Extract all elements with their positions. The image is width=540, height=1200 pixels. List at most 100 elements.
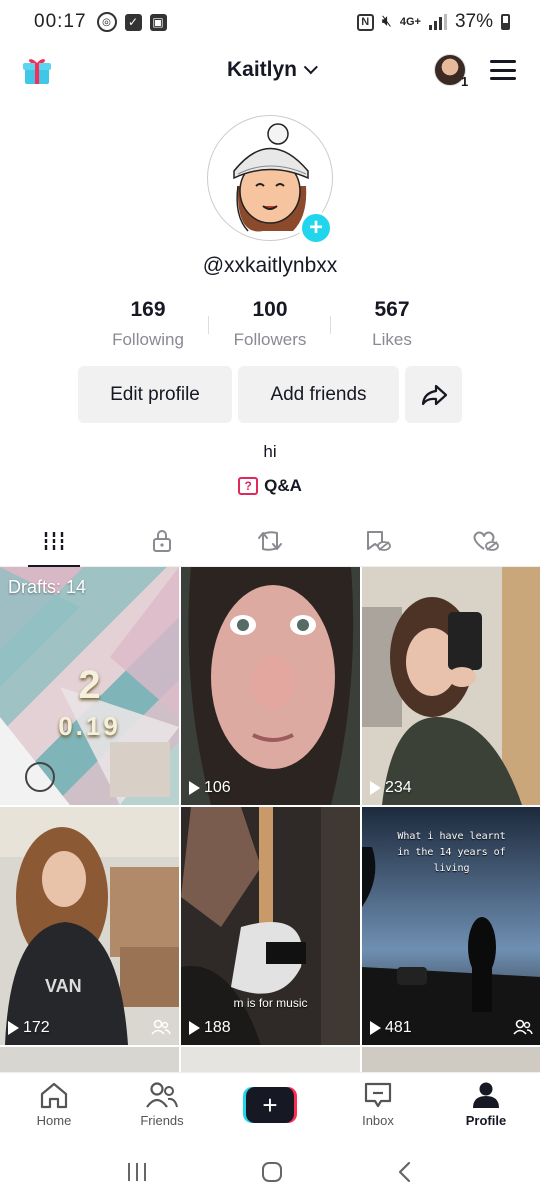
nav-inbox[interactable]: Inbox bbox=[324, 1073, 432, 1144]
play-icon bbox=[189, 781, 200, 795]
tab-private[interactable] bbox=[108, 515, 216, 566]
checkbox-notification-icon: ✓ bbox=[124, 13, 142, 31]
home-button-icon[interactable] bbox=[260, 1160, 284, 1184]
play-icon bbox=[8, 1021, 19, 1035]
battery-icon bbox=[501, 14, 510, 30]
plus-icon: + bbox=[246, 1087, 294, 1123]
video-tile[interactable]: What i have learnt in the 14 years of li… bbox=[362, 807, 540, 1045]
video-tile[interactable]: VAN 172 bbox=[0, 807, 179, 1045]
video-thumbnail bbox=[181, 567, 360, 805]
nav-label: Home bbox=[36, 1113, 72, 1128]
profile-avatar-wrap[interactable]: + bbox=[207, 115, 333, 245]
lock-icon bbox=[153, 529, 171, 552]
stat-value: 169 bbox=[130, 298, 166, 321]
chevron-down-icon bbox=[303, 60, 318, 75]
home-icon bbox=[40, 1082, 68, 1109]
stat-value: 567 bbox=[374, 298, 410, 321]
add-photo-button[interactable]: + bbox=[299, 211, 333, 245]
stat-label: Followers bbox=[233, 330, 307, 349]
nav-label: Friends bbox=[140, 1113, 184, 1128]
view-count-value: 172 bbox=[23, 1019, 50, 1036]
video-tile[interactable] bbox=[181, 1047, 360, 1073]
qa-label: Q&A bbox=[264, 476, 302, 495]
friends-icon bbox=[146, 1082, 178, 1108]
back-icon[interactable] bbox=[395, 1160, 415, 1184]
view-count: 172 bbox=[8, 1019, 50, 1037]
drafts-overlay-value: 0.19 bbox=[58, 711, 121, 741]
account-notification-count: 1 bbox=[461, 74, 469, 89]
friends-only-icon bbox=[151, 1019, 171, 1035]
video-thumbnail: VAN bbox=[0, 807, 179, 1045]
add-friends-button[interactable]: Add friends bbox=[238, 366, 399, 423]
drafts-tile[interactable]: Drafts: 14 2 0.19 bbox=[0, 567, 179, 805]
video-thumbnail bbox=[362, 567, 540, 805]
mute-icon: 🔇︎ bbox=[381, 13, 392, 30]
repost-icon bbox=[258, 530, 282, 551]
view-count-value: 106 bbox=[204, 779, 231, 796]
edit-profile-button[interactable]: Edit profile bbox=[78, 366, 232, 423]
nav-profile[interactable]: Profile bbox=[432, 1073, 540, 1144]
nav-label: Profile bbox=[465, 1113, 507, 1128]
drafts-count: Drafts: 14 bbox=[8, 577, 87, 597]
profile-actions: Edit profile Add friends bbox=[0, 366, 540, 423]
tab-reposts[interactable] bbox=[216, 515, 324, 566]
menu-icon[interactable] bbox=[490, 60, 516, 80]
play-icon bbox=[370, 781, 381, 795]
view-count: 188 bbox=[189, 1019, 231, 1037]
tab-videos[interactable] bbox=[0, 515, 108, 567]
nfc-icon: N bbox=[356, 13, 374, 31]
gallery-notification-icon: ▣ bbox=[149, 13, 167, 31]
drafts-overlay-number: 2 bbox=[78, 663, 101, 707]
view-count: 106 bbox=[189, 779, 231, 797]
play-icon bbox=[189, 1021, 200, 1035]
question-icon: ? bbox=[238, 477, 259, 495]
battery-level: 37% bbox=[454, 11, 493, 32]
view-count-value: 188 bbox=[204, 1019, 231, 1036]
profile-header: Kaitlyn 1 bbox=[0, 44, 540, 100]
video-caption-line: What i have learnt bbox=[397, 831, 506, 842]
profile-tabs bbox=[0, 515, 540, 567]
nav-create[interactable]: + bbox=[216, 1073, 324, 1144]
nav-home[interactable]: Home bbox=[0, 1073, 108, 1144]
video-tile[interactable] bbox=[362, 1047, 540, 1073]
view-count-value: 481 bbox=[385, 1019, 412, 1036]
video-tile[interactable]: m is for music 188 bbox=[181, 807, 360, 1045]
stat-followers[interactable]: 100 Followers bbox=[209, 298, 331, 350]
profile-bio: hi bbox=[263, 442, 277, 461]
tab-liked[interactable] bbox=[432, 515, 540, 566]
tab-favorites[interactable] bbox=[324, 515, 432, 566]
liked-hidden-icon bbox=[473, 531, 499, 551]
status-bar: 00:17 ◎ ✓ ▣ N 🔇︎ 4G+ 37% bbox=[0, 0, 540, 44]
video-tile[interactable]: 106 bbox=[181, 567, 360, 805]
video-caption-line: in the 14 years of bbox=[397, 847, 506, 858]
data-saver-icon: ◎ bbox=[96, 12, 117, 32]
share-icon bbox=[421, 384, 447, 405]
view-count-value: 234 bbox=[385, 779, 412, 796]
stat-following[interactable]: 169 Following bbox=[87, 298, 209, 350]
video-tile[interactable]: 234 bbox=[362, 567, 540, 805]
profile-handle: @xxkaitlynbxx bbox=[202, 254, 338, 277]
stat-label: Following bbox=[112, 330, 184, 349]
stat-likes[interactable]: 567 Likes bbox=[331, 298, 453, 350]
status-time: 00:17 bbox=[34, 11, 87, 32]
create-button[interactable]: + bbox=[243, 1087, 297, 1123]
share-profile-button[interactable] bbox=[405, 366, 462, 423]
inbox-icon bbox=[364, 1082, 392, 1108]
stat-value: 100 bbox=[252, 298, 288, 321]
signal-icon bbox=[428, 14, 447, 30]
video-caption: m is for music bbox=[233, 996, 308, 1010]
view-count: 234 bbox=[370, 779, 412, 797]
nav-friends[interactable]: Friends bbox=[108, 1073, 216, 1144]
recent-apps-icon[interactable] bbox=[125, 1161, 149, 1183]
bookmark-hidden-icon bbox=[367, 530, 391, 551]
nav-label: Inbox bbox=[362, 1113, 394, 1128]
friends-only-icon bbox=[513, 1019, 533, 1035]
video-grid: Drafts: 14 2 0.19 106 234 VAN 172 m is f… bbox=[0, 567, 540, 1073]
profile-stats: 169 Following 100 Followers 567 Likes bbox=[0, 298, 540, 350]
qa-link[interactable]: ? Q&A bbox=[0, 476, 540, 496]
video-tile[interactable] bbox=[0, 1047, 179, 1073]
system-navigation bbox=[0, 1144, 540, 1200]
video-caption-line: living bbox=[433, 863, 470, 874]
view-count: 481 bbox=[370, 1019, 412, 1037]
stat-label: Likes bbox=[372, 330, 412, 349]
